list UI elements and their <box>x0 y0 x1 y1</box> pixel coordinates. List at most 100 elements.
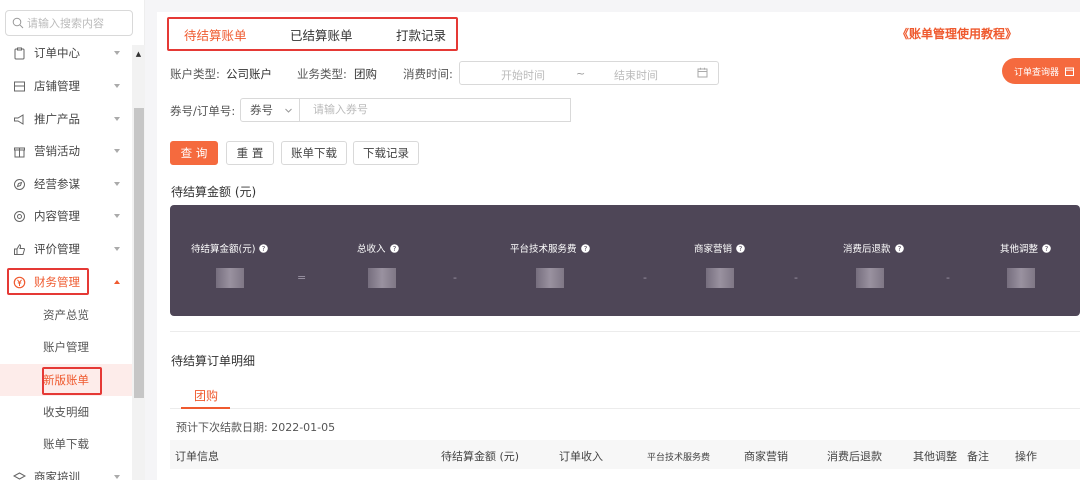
graduation-icon <box>12 470 26 480</box>
sidebar-item-analytics[interactable]: 经营参谋 <box>0 168 132 200</box>
active-tab-underline <box>181 407 230 409</box>
end-date-placeholder[interactable]: 结束时间 <box>614 67 658 83</box>
svg-text:?: ? <box>392 245 396 253</box>
sidebar-item-label: 推广产品 <box>34 112 80 126</box>
new-bill-highlight-box <box>42 367 102 395</box>
consume-time-label: 消费时间: <box>403 67 453 81</box>
help-icon[interactable]: ? <box>389 243 399 253</box>
compass-icon <box>12 177 26 191</box>
column-header-pending-amount: 待结算金额 (元) <box>441 450 520 463</box>
summary-value-platform-fee-blurred <box>536 268 564 288</box>
reset-button[interactable]: 重 置 <box>226 141 274 165</box>
sidebar-item-orders[interactable]: 订单中心 <box>0 37 132 69</box>
column-header-order-info: 订单信息 <box>175 450 219 463</box>
sidebar-item-marketing[interactable]: 营销活动 <box>0 135 132 167</box>
sidebar-sub-item-account[interactable]: 账户管理 <box>0 331 132 363</box>
summary-label-text: 总收入 <box>357 244 386 255</box>
help-icon[interactable]: ? <box>580 243 590 253</box>
bill-download-button[interactable]: 账单下载 <box>281 141 347 165</box>
chevron-down-icon <box>114 51 120 55</box>
code-label: 券号/订单号: <box>170 104 236 118</box>
date-range-separator: ~ <box>576 67 586 80</box>
summary-label-text: 待结算金额(元) <box>191 244 256 255</box>
summary-panel: 待结算金额(元)? 总收入? 平台技术服务费? 商家营销? 消费后退款? 其他调… <box>170 205 1080 316</box>
sidebar-item-training[interactable]: 商家培训 <box>0 461 132 480</box>
search-placeholder: 请输入搜索内容 <box>27 17 104 30</box>
svg-text:?: ? <box>583 245 587 253</box>
summary-label-merchant-marketing: 商家营销? <box>694 241 745 255</box>
tab-group-buy[interactable]: 团购 <box>194 387 218 404</box>
summary-value-total-income-blurred <box>368 268 396 288</box>
clipboard-icon <box>12 46 26 60</box>
app-root: 请输入搜索内容 订单中心 店铺管理 推广产品 营销活动 经营参谋 内容管理 评价… <box>0 0 1080 480</box>
sub-tab-baseline <box>170 408 1080 409</box>
sidebar-item-promotion[interactable]: 推广产品 <box>0 103 132 135</box>
column-header-refund: 消费后退款 <box>827 450 882 463</box>
help-icon[interactable]: ? <box>259 243 269 253</box>
sidebar-search-input[interactable]: 请输入搜索内容 <box>5 10 133 36</box>
summary-value-merchant-marketing-blurred <box>706 268 734 288</box>
sidebar-sub-item-label: 收支明细 <box>43 405 89 419</box>
search-icon <box>12 17 24 29</box>
section-divider <box>170 331 1080 332</box>
summary-label-other-adjustment: 其他调整? <box>1000 241 1051 255</box>
scroll-up-arrow-icon[interactable]: ▲ <box>134 50 143 58</box>
help-icon[interactable]: ? <box>736 243 745 253</box>
sidebar-sub-item-label: 账单下载 <box>43 437 89 451</box>
tab-settled-bills[interactable]: 已结算账单 <box>290 25 353 44</box>
summary-value-refund-blurred <box>856 268 884 288</box>
account-type-label: 账户类型: <box>170 67 220 81</box>
svg-text:?: ? <box>262 245 266 253</box>
finance-highlight-box <box>7 268 89 295</box>
summary-label-text: 其他调整 <box>1000 244 1039 255</box>
sidebar-item-label: 商家培训 <box>34 470 80 480</box>
column-header-platform-fee: 平台技术服务费 <box>647 453 711 463</box>
sidebar-item-content[interactable]: 内容管理 <box>0 200 132 232</box>
code-input[interactable]: 请输入券号 <box>299 98 571 122</box>
operator-minus: - <box>453 271 457 284</box>
chevron-up-icon <box>114 280 120 284</box>
chevron-down-icon <box>114 84 120 88</box>
chevron-down-icon <box>114 247 120 251</box>
orders-table-header: 订单信息 待结算金额 (元) 订单收入 平台技术服务费 商家营销 消费后退款 其… <box>170 440 1080 469</box>
tab-pending-bills[interactable]: 待结算账单 <box>184 25 247 44</box>
sidebar-item-reviews[interactable]: 评价管理 <box>0 233 132 265</box>
operator-minus: - <box>643 271 647 284</box>
sidebar-item-label: 经营参谋 <box>34 177 80 191</box>
order-query-button[interactable]: 订单查询器 <box>1002 58 1080 84</box>
sidebar-sub-item-income-expense[interactable]: 收支明细 <box>0 396 132 428</box>
next-settlement-label: 预计下次结款日期: <box>176 421 268 434</box>
summary-label-total-income: 总收入? <box>357 241 399 255</box>
summary-label-text: 消费后退款 <box>843 244 891 255</box>
column-header-other-adjustment: 其他调整 <box>913 450 957 463</box>
search-button[interactable]: 查 询 <box>170 141 218 165</box>
sidebar-sub-item-label: 资产总览 <box>43 308 89 322</box>
pending-amount-title: 待结算金额 (元) <box>171 185 257 199</box>
summary-value-other-adjustment-blurred <box>1007 268 1035 288</box>
sidebar-item-store[interactable]: 店铺管理 <box>0 70 132 102</box>
summary-label-text: 平台技术服务费 <box>510 244 577 255</box>
help-icon[interactable]: ? <box>1042 243 1051 253</box>
help-icon[interactable]: ? <box>894 243 904 253</box>
operator-minus: - <box>794 271 798 284</box>
sidebar-sub-item-bill-download[interactable]: 账单下载 <box>0 428 132 460</box>
column-header-actions: 操作 <box>1015 450 1037 463</box>
calendar-icon <box>1065 67 1075 76</box>
chevron-down-icon <box>114 214 120 218</box>
download-records-button[interactable]: 下载记录 <box>353 141 419 165</box>
code-type-select[interactable]: 券号 <box>240 98 300 122</box>
date-range-picker[interactable]: 开始时间 ~ 结束时间 <box>459 61 719 85</box>
sidebar-sub-item-asset-overview[interactable]: 资产总览 <box>0 299 132 331</box>
sidebar-item-label: 店铺管理 <box>34 79 80 93</box>
summary-label-platform-fee: 平台技术服务费? <box>510 241 590 255</box>
tab-payment-records[interactable]: 打款记录 <box>396 25 446 44</box>
sidebar-item-label: 营销活动 <box>34 144 80 158</box>
start-date-placeholder[interactable]: 开始时间 <box>501 67 545 83</box>
next-settlement-date: 预计下次结款日期: 2022-01-05 <box>176 419 335 435</box>
tutorial-link[interactable]: 《账单管理使用教程》 <box>897 25 1017 42</box>
column-header-merchant-marketing: 商家营销 <box>744 450 788 463</box>
code-type-value: 券号 <box>250 103 273 117</box>
column-header-remarks: 备注 <box>967 450 989 463</box>
sidebar-scrollbar-thumb[interactable] <box>134 108 144 398</box>
account-type-value: 公司账户 <box>226 67 272 81</box>
